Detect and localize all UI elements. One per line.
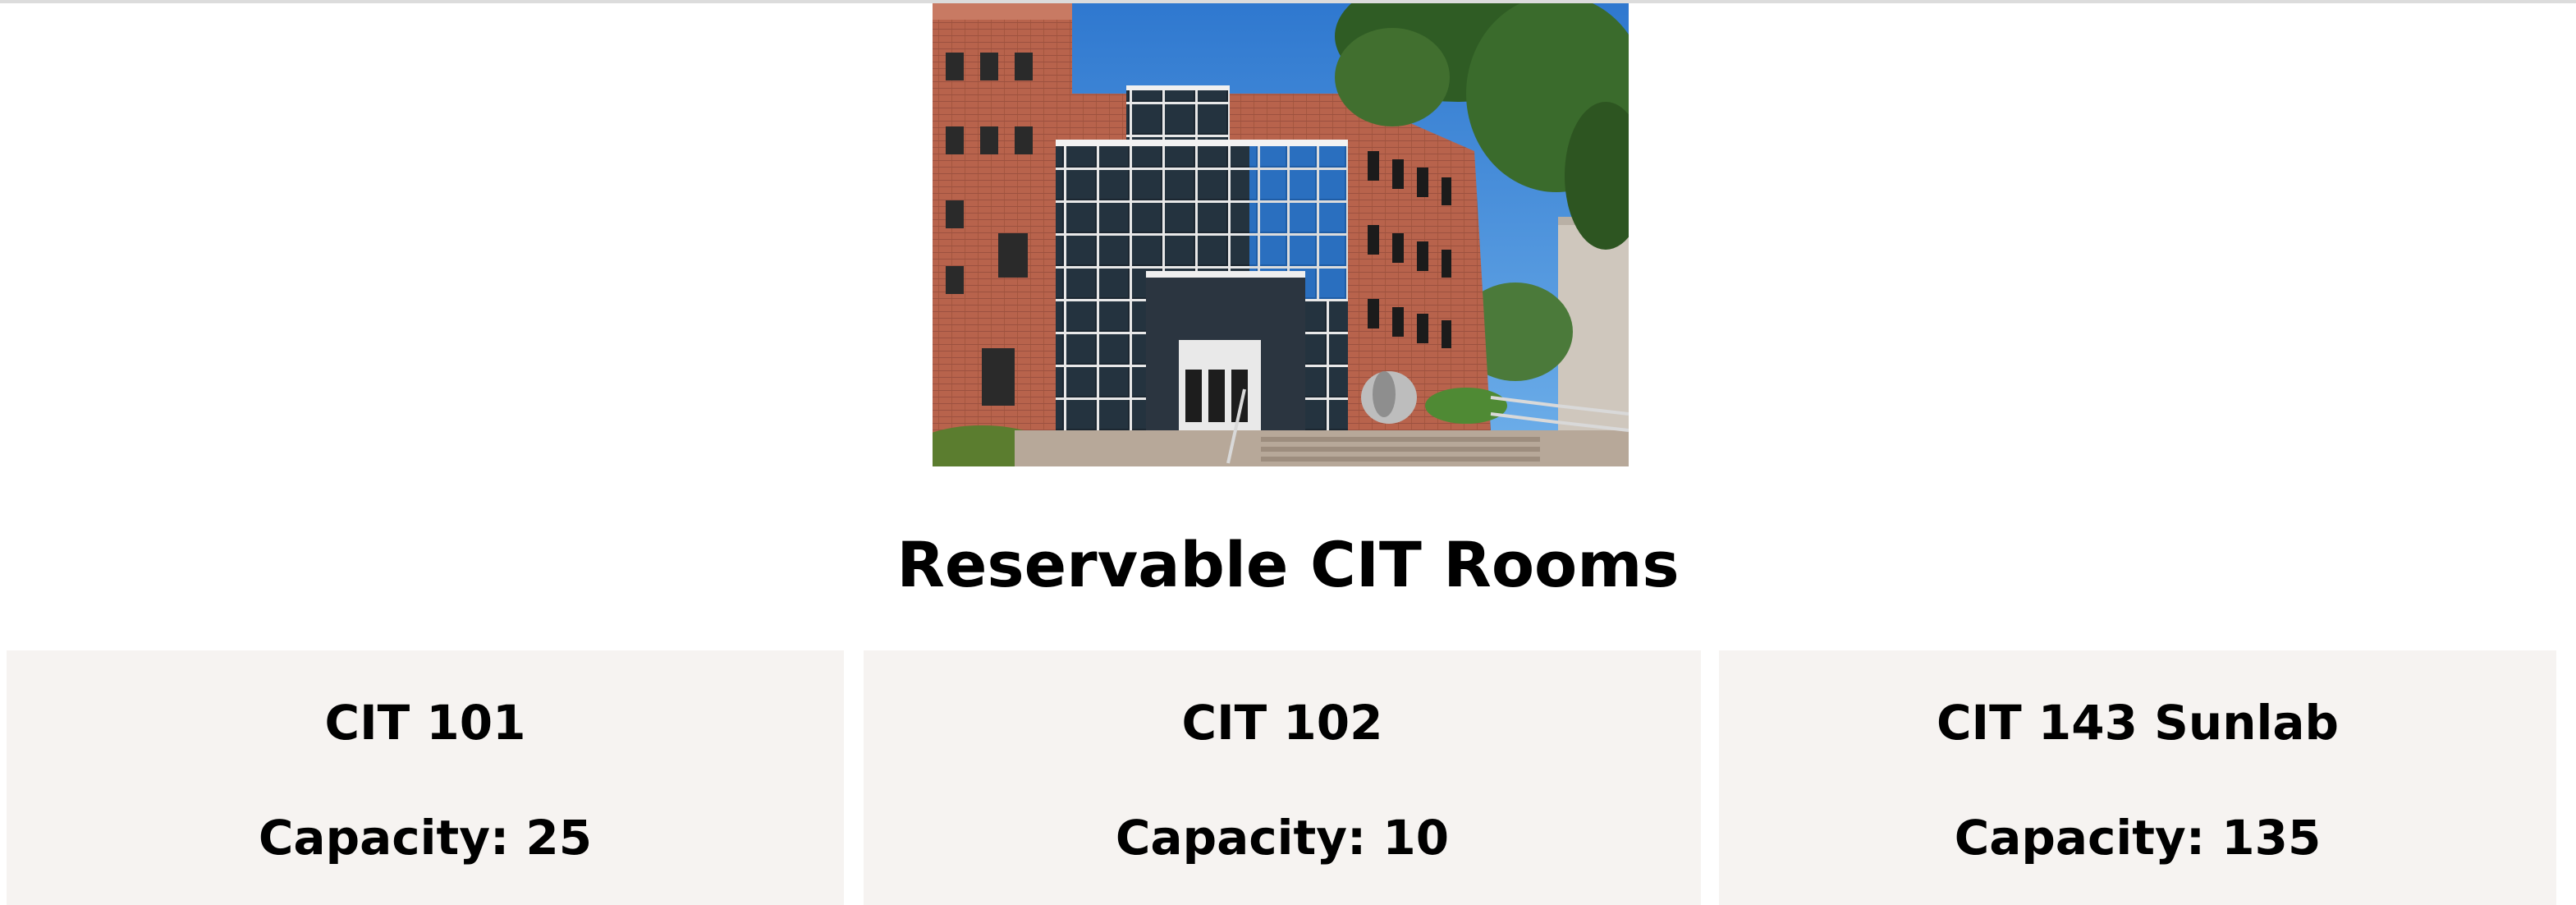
room-capacity: Capacity: 135 [1954, 810, 2322, 866]
page-title: Reservable CIT Rooms [896, 528, 1680, 601]
room-capacity: Capacity: 10 [1115, 810, 1450, 866]
room-capacity: Capacity: 25 [258, 810, 593, 866]
room-card-cit-102[interactable]: CIT 102 Capacity: 10 [864, 650, 1701, 905]
room-name: CIT 143 Sunlab [1936, 695, 2340, 751]
room-card-cit-101[interactable]: CIT 101 Capacity: 25 [7, 650, 844, 905]
building-photo [933, 3, 1629, 466]
room-name: CIT 102 [1181, 695, 1383, 751]
room-name: CIT 101 [324, 695, 526, 751]
room-card-cit-143-sunlab[interactable]: CIT 143 Sunlab Capacity: 135 [1719, 650, 2556, 905]
